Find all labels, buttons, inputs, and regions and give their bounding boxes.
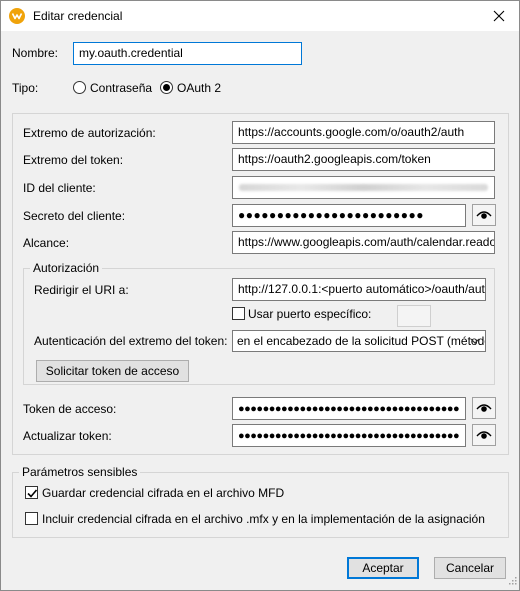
redirect-uri-input[interactable]: http://127.0.0.1:<puerto automático>/oau…	[232, 278, 486, 301]
edit-credential-dialog: Editar credencial Nombre: my.oauth.crede…	[0, 0, 520, 591]
refresh-token-eye-icon[interactable]	[472, 424, 496, 446]
client-secret-input[interactable]: ●●●●●●●●●●●●●●●●●●●●●●●●	[232, 204, 466, 227]
cancel-button-label: Cancelar	[445, 561, 495, 575]
access-token-value: ●●●●●●●●●●●●●●●●●●●●●●●●●●●●●●●●●●●●	[238, 403, 460, 415]
save-encrypted-checkbox[interactable]	[25, 486, 38, 499]
redirect-uri-label: Redirigir el URI a:	[34, 283, 129, 297]
scope-value: https://www.googleapis.com/auth/calendar…	[238, 235, 495, 249]
client-id-input[interactable]	[232, 176, 495, 199]
dialog-title: Editar credencial	[33, 9, 123, 23]
token-endpoint-label: Extremo del token:	[23, 153, 124, 167]
title-bar: Editar credencial	[1, 1, 519, 31]
token-auth-label: Autenticación del extremo del token:	[34, 334, 228, 348]
redirect-uri-value: http://127.0.0.1:<puerto automático>/oau…	[238, 282, 486, 296]
type-radio-password[interactable]	[73, 81, 86, 94]
client-id-redacted	[239, 184, 488, 191]
access-token-eye-icon[interactable]	[472, 397, 496, 419]
specific-port-checkbox[interactable]	[232, 307, 245, 320]
type-radio-oauth2-label[interactable]: OAuth 2	[177, 81, 221, 95]
save-encrypted-label[interactable]: Guardar credencial cifrada en el archivo…	[42, 486, 284, 500]
cancel-button[interactable]: Cancelar	[434, 557, 506, 579]
include-encrypted-label[interactable]: Incluir credencial cifrada en el archivo…	[42, 512, 485, 526]
close-icon[interactable]	[487, 5, 511, 27]
name-label: Nombre:	[12, 46, 59, 60]
request-token-button[interactable]: Solicitar token de acceso	[36, 360, 189, 382]
resize-grip-icon[interactable]	[507, 574, 517, 588]
auth-endpoint-value: https://accounts.google.com/o/oauth2/aut…	[238, 125, 465, 139]
include-encrypted-checkbox[interactable]	[25, 512, 38, 525]
ok-button-label: Aceptar	[362, 561, 404, 575]
app-icon	[9, 8, 25, 24]
type-label: Tipo:	[12, 81, 39, 95]
sensitive-params-title: Parámetros sensibles	[19, 465, 141, 479]
client-secret-eye-icon[interactable]	[472, 204, 496, 226]
authorization-group-title: Autorización	[30, 261, 103, 275]
client-secret-value: ●●●●●●●●●●●●●●●●●●●●●●●●	[238, 208, 424, 222]
request-token-button-label: Solicitar token de acceso	[45, 364, 180, 378]
refresh-token-value: ●●●●●●●●●●●●●●●●●●●●●●●●●●●●●●●●●●●●	[238, 430, 460, 442]
refresh-token-label: Actualizar token:	[23, 429, 112, 443]
sensitive-params-group	[12, 472, 509, 538]
access-token-label: Token de acceso:	[23, 402, 117, 416]
auth-endpoint-input[interactable]: https://accounts.google.com/o/oauth2/aut…	[232, 121, 495, 144]
specific-port-label[interactable]: Usar puerto específico:	[248, 307, 371, 321]
name-value: my.oauth.credential	[79, 46, 183, 60]
access-token-input[interactable]: ●●●●●●●●●●●●●●●●●●●●●●●●●●●●●●●●●●●●	[232, 397, 466, 420]
chevron-down-icon	[470, 335, 480, 350]
name-input[interactable]: my.oauth.credential	[73, 42, 302, 65]
type-radio-password-label[interactable]: Contraseña	[90, 81, 152, 95]
token-endpoint-value: https://oauth2.googleapis.com/token	[238, 152, 431, 166]
scope-input[interactable]: https://www.googleapis.com/auth/calendar…	[232, 231, 495, 254]
port-input[interactable]	[397, 305, 431, 327]
auth-endpoint-label: Extremo de autorización:	[23, 126, 156, 140]
ok-button[interactable]: Aceptar	[347, 557, 419, 579]
token-endpoint-input[interactable]: https://oauth2.googleapis.com/token	[232, 148, 495, 171]
scope-label: Alcance:	[23, 236, 70, 250]
type-radio-oauth2[interactable]	[160, 81, 173, 94]
client-id-label: ID del cliente:	[23, 181, 96, 195]
token-auth-value: en el encabezado de la solicitud POST (m…	[237, 334, 486, 348]
token-auth-select[interactable]: en el encabezado de la solicitud POST (m…	[232, 330, 486, 352]
refresh-token-input[interactable]: ●●●●●●●●●●●●●●●●●●●●●●●●●●●●●●●●●●●●	[232, 424, 466, 447]
client-secret-label: Secreto del cliente:	[23, 209, 126, 223]
